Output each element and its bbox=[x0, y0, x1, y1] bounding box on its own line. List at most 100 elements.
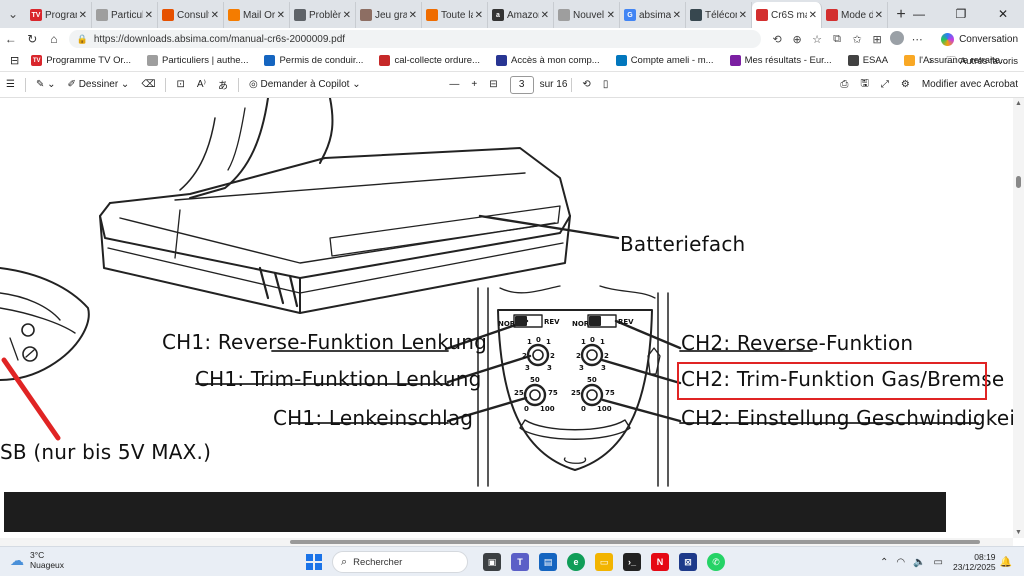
favorites-bar-icon[interactable]: ⊟ bbox=[10, 54, 19, 67]
browser-tab[interactable]: Télécom✕ bbox=[686, 2, 752, 28]
read-aloud-icon[interactable]: A⁾ bbox=[191, 79, 212, 90]
copilot-conversation-button[interactable]: Conversation bbox=[935, 30, 1024, 48]
horizontal-scroll-thumb[interactable] bbox=[290, 540, 980, 544]
browser-tab[interactable]: Mode d'e✕ bbox=[822, 2, 888, 28]
page-view-icon[interactable]: ▯ bbox=[597, 79, 615, 90]
save-icon[interactable]: 🖫 bbox=[854, 76, 875, 93]
refresh-button[interactable]: ↻ bbox=[22, 28, 44, 50]
browser-tab[interactable]: Toute la ✕ bbox=[422, 2, 488, 28]
minimize-button[interactable]: — bbox=[898, 0, 940, 28]
back-button[interactable]: ← bbox=[0, 28, 22, 50]
vertical-scroll-thumb[interactable] bbox=[1016, 176, 1021, 188]
favorites-icon[interactable]: ✩ bbox=[847, 33, 867, 46]
tab-close-icon[interactable]: ✕ bbox=[409, 10, 417, 21]
notification-bell-icon[interactable]: 🔔 bbox=[1000, 557, 1012, 568]
draw-button[interactable]: ✐ Dessiner ⌄ bbox=[62, 79, 136, 90]
favorite-icon bbox=[264, 55, 276, 66]
netflix-icon[interactable]: N bbox=[651, 553, 669, 571]
edit-with-acrobat-button[interactable]: Modifier avec Acrobat bbox=[916, 79, 1024, 90]
page-number-input[interactable]: 3 bbox=[509, 75, 534, 94]
more-menu-icon[interactable]: ⋯ bbox=[907, 33, 927, 46]
favorite-link[interactable]: Compte ameli - m... bbox=[615, 55, 714, 66]
file-explorer-icon[interactable]: ▭ bbox=[595, 553, 613, 571]
settings-gear-icon[interactable]: ⚙ bbox=[895, 79, 916, 90]
vertical-scrollbar[interactable]: ▲ ▼ bbox=[1013, 98, 1024, 538]
favorite-link[interactable]: TV Programme TV Or... bbox=[31, 55, 131, 66]
browser-tab[interactable]: aAmazon✕ bbox=[488, 2, 554, 28]
print-icon[interactable]: ⎙ bbox=[834, 79, 854, 90]
weather-widget[interactable]: ☁ 3°C Nuageux bbox=[10, 550, 64, 570]
taskbar-search-input[interactable]: ⌕ Rechercher bbox=[332, 551, 468, 573]
translate-icon[interactable]: ⟲ bbox=[767, 33, 787, 46]
widgets-icon[interactable]: ▤ bbox=[539, 553, 557, 571]
tab-close-icon[interactable]: ✕ bbox=[739, 10, 747, 21]
tab-close-icon[interactable]: ✕ bbox=[673, 10, 681, 21]
tab-close-icon[interactable]: ✕ bbox=[607, 10, 615, 21]
wifi-icon[interactable]: ◠ bbox=[896, 557, 905, 568]
teams-icon[interactable]: T bbox=[511, 553, 529, 571]
tab-close-icon[interactable]: ✕ bbox=[343, 10, 351, 21]
scroll-down-icon[interactable]: ▼ bbox=[1015, 529, 1022, 536]
translate-pdf-icon[interactable]: あ bbox=[212, 77, 234, 92]
other-favorites-link[interactable]: Autres favoris bbox=[960, 56, 1018, 67]
browser-tab[interactable]: Problèm✕ bbox=[290, 2, 356, 28]
favorite-icon bbox=[904, 55, 916, 66]
browser-tab[interactable]: Cr6S ma ✕ bbox=[752, 2, 822, 28]
favorite-link[interactable]: ESAA bbox=[847, 55, 888, 66]
tab-close-icon[interactable]: ✕ bbox=[145, 10, 153, 21]
tray-overflow-icon[interactable]: ⌃ bbox=[880, 557, 888, 568]
terminal-icon[interactable]: ›_ bbox=[623, 553, 641, 571]
zoom-icon[interactable]: ⊕ bbox=[787, 33, 807, 46]
battery-icon[interactable]: ▭ bbox=[934, 557, 943, 568]
zoom-out-button[interactable]: — bbox=[443, 79, 465, 90]
collections-icon[interactable]: ⊞ bbox=[867, 33, 887, 46]
zoom-in-button[interactable]: + bbox=[465, 79, 483, 90]
browser-tab[interactable]: Mail Ora✕ bbox=[224, 2, 290, 28]
close-window-button[interactable]: ✕ bbox=[982, 0, 1024, 28]
browser-tab[interactable]: Nouvel o✕ bbox=[554, 2, 620, 28]
tab-close-icon[interactable]: ✕ bbox=[277, 10, 285, 21]
tab-close-icon[interactable]: ✕ bbox=[541, 10, 549, 21]
favorite-link[interactable]: cal-collecte ordure... bbox=[379, 55, 480, 66]
tab-close-icon[interactable]: ✕ bbox=[211, 10, 219, 21]
browser-tab[interactable]: Particulie✕ bbox=[92, 2, 158, 28]
rotate-icon[interactable]: ⟲ bbox=[576, 79, 596, 90]
url-field[interactable]: 🔒 https://downloads.absima.com/manual-cr… bbox=[68, 30, 762, 48]
tab-actions-menu-icon[interactable]: ⌄ bbox=[0, 0, 26, 28]
tab-close-icon[interactable]: ✕ bbox=[475, 10, 483, 21]
browser-tab[interactable]: Jeu grati✕ bbox=[356, 2, 422, 28]
fullscreen-icon[interactable]: ⤢ bbox=[875, 79, 895, 90]
clock[interactable]: 08:19 23/12/2025 bbox=[953, 552, 996, 572]
profile-avatar[interactable] bbox=[887, 30, 907, 48]
contents-icon[interactable]: ☰ bbox=[0, 79, 21, 90]
volume-icon[interactable]: 🔈 bbox=[913, 557, 925, 568]
favorite-link[interactable]: Accès à mon comp... bbox=[495, 55, 600, 66]
home-button[interactable]: ⌂ bbox=[43, 28, 65, 50]
text-box-icon[interactable]: ⊡ bbox=[170, 79, 190, 90]
fit-page-icon[interactable]: ⊟ bbox=[483, 79, 503, 90]
horizontal-scrollbar[interactable] bbox=[0, 538, 1013, 546]
favorite-link[interactable]: Mes résultats - Eur... bbox=[729, 55, 832, 66]
whatsapp-icon[interactable]: ✆ bbox=[707, 553, 725, 571]
edge-browser-icon[interactable]: e bbox=[567, 553, 585, 571]
scroll-up-icon[interactable]: ▲ bbox=[1015, 100, 1022, 107]
tab-close-icon[interactable]: ✕ bbox=[79, 10, 87, 21]
split-screen-icon[interactable]: ⧉ bbox=[827, 33, 847, 46]
task-view-icon[interactable]: ▣ bbox=[483, 553, 501, 571]
browser-tab[interactable]: Consulter✕ bbox=[158, 2, 224, 28]
tab-close-icon[interactable]: ✕ bbox=[809, 10, 817, 21]
store-icon[interactable]: ⊠ bbox=[679, 553, 697, 571]
nor-label-ch1: NOR bbox=[498, 320, 516, 328]
windows-start-icon[interactable] bbox=[306, 554, 322, 570]
highlight-icon[interactable]: ✎ ⌄ bbox=[30, 79, 62, 90]
favorite-link[interactable]: Permis de conduir... bbox=[264, 55, 363, 66]
browser-tab[interactable]: TVProgramm✕ bbox=[26, 2, 92, 28]
restore-button[interactable]: ❐ bbox=[940, 0, 982, 28]
favorites-overflow-icon[interactable]: › bbox=[929, 55, 933, 67]
tab-close-icon[interactable]: ✕ bbox=[875, 10, 883, 21]
favorite-link[interactable]: Particuliers | authe... bbox=[147, 55, 248, 66]
eraser-icon[interactable]: ⌫ bbox=[135, 79, 161, 90]
browser-tab[interactable]: Gabsima n✕ bbox=[620, 2, 686, 28]
favorite-star-icon[interactable]: ☆ bbox=[807, 33, 827, 46]
ask-copilot-button[interactable]: ◎ Demander à Copilot ⌄ bbox=[243, 79, 367, 90]
